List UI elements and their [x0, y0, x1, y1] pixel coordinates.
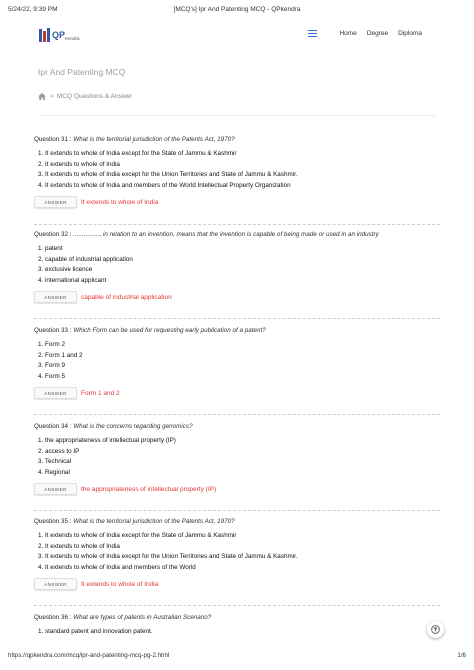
question-separator: [34, 510, 440, 511]
question-separator: [34, 414, 440, 415]
option-item: 3. Form 9: [38, 362, 65, 370]
print-footer: https://qpkendra.com/mcq/ipr-and-patenti…: [8, 652, 466, 659]
question-separator: [34, 318, 440, 319]
question-separator: [34, 605, 440, 606]
option-item: 1. standard patent and innovation patent…: [38, 628, 153, 635]
option-item: 1. Form 2: [38, 341, 65, 348]
logo-book-icon: QP Kendra: [39, 28, 80, 42]
question-block: Question 36 : What are types of patents …: [34, 614, 440, 638]
option-item: 4. Regional: [38, 468, 70, 476]
question-text: Question 32 : ..............., in relati…: [34, 231, 379, 238]
print-url: https://qpkendra.com/mcq/ipr-and-patenti…: [8, 652, 170, 659]
answer-row: ANSWER Form 1 and 2: [34, 387, 440, 400]
option-item: 4. Form 5: [38, 372, 65, 380]
nav-link-diploma[interactable]: Diploma: [398, 30, 422, 37]
print-page-title: [MCQ's] Ipr And Patenting MCQ - QPkendra: [173, 6, 301, 13]
scroll-to-top-button[interactable]: [427, 621, 444, 638]
option-item: 2. Form 1 and 2: [38, 351, 83, 359]
divider: [38, 115, 436, 116]
breadcrumb-item[interactable]: MCQ Questions & Answer: [57, 93, 133, 100]
option-item: 3. exclusive licence: [38, 266, 93, 274]
option-item: 1. It extends to whole of India except f…: [38, 150, 237, 157]
question-block: Question 32 : ..............., in relati…: [34, 231, 440, 304]
navbar: QP Kendra Home Degree Diploma: [0, 24, 474, 46]
option-item: 2. It extends to whole of India: [38, 160, 120, 168]
options-list: 1. standard patent and innovation patent…: [38, 627, 440, 638]
option-item: 4. It extends to whole of India and memb…: [38, 181, 291, 189]
option-item: 3. It extends to whole of India except f…: [38, 171, 298, 179]
answer-text: Form 1 and 2: [81, 389, 120, 397]
option-item: 1. the appropriateness of intellectual p…: [38, 437, 176, 444]
options-list: 1. It extends to whole of India except f…: [38, 149, 440, 191]
page-title: Ipr And Patenting MCQ: [38, 67, 126, 77]
question-block: Question 35 : What is the territorial ju…: [34, 518, 440, 591]
print-page-number: 1/6: [457, 652, 466, 659]
question-text: Question 31 : What is the territorial ju…: [34, 136, 235, 143]
answer-row: ANSWER It extends to whole of India: [34, 578, 440, 591]
print-header: 5/24/22, 9:39 PM [MCQ's] Ipr And Patenti…: [8, 6, 466, 16]
answer-button[interactable]: ANSWER: [34, 483, 77, 496]
nav-link-degree[interactable]: Degree: [367, 30, 388, 37]
option-item: 2. It extends to whole of India: [38, 542, 120, 550]
answer-button[interactable]: ANSWER: [34, 196, 77, 209]
home-icon[interactable]: [38, 93, 46, 100]
nav-link-home[interactable]: Home: [339, 30, 356, 37]
answer-row: ANSWER capable of industrial application: [34, 291, 440, 304]
breadcrumb: > MCQ Questions & Answer: [38, 93, 132, 100]
answer-text: It extends to whole of India: [81, 198, 159, 206]
question-separator: [34, 224, 440, 225]
answer-text: the appropriateness of intellectual prop…: [81, 485, 217, 493]
options-list: 1. patent 2. capable of industrial appli…: [38, 244, 440, 286]
option-item: 3. Technical: [38, 458, 72, 466]
answer-row: ANSWER It extends to whole of India: [34, 196, 440, 209]
options-list: 1. Form 2 2. Form 1 and 2 3. Form 9 4. F…: [38, 340, 440, 382]
option-item: 1. patent: [38, 245, 63, 252]
hamburger-icon[interactable]: [308, 30, 318, 37]
site-logo[interactable]: QP Kendra: [38, 27, 88, 45]
answer-button[interactable]: ANSWER: [34, 387, 77, 400]
option-item: 1. It extends to whole of India except f…: [38, 532, 237, 539]
option-item: 4. It extends to whole of India and memb…: [38, 563, 196, 571]
nav-menu: Home Degree Diploma: [308, 30, 422, 37]
answer-button[interactable]: ANSWER: [34, 578, 77, 591]
options-list: 1. the appropriateness of intellectual p…: [38, 436, 440, 478]
question-text: Question 33 : Which Form can be used for…: [34, 327, 266, 334]
question-block: Question 33 : Which Form can be used for…: [34, 327, 440, 400]
question-text: Question 36 : What are types of patents …: [34, 614, 212, 621]
breadcrumb-separator: >: [50, 93, 54, 100]
options-list: 1. It extends to whole of India except f…: [38, 531, 440, 573]
option-item: 2. capable of industrial application: [38, 255, 133, 263]
svg-text:QP: QP: [52, 30, 65, 40]
arrow-up-icon: [431, 625, 440, 634]
question-block: Question 31 : What is the territorial ju…: [34, 136, 440, 209]
answer-button[interactable]: ANSWER: [34, 291, 77, 304]
option-item: 3. It extends to whole of India except f…: [38, 553, 298, 561]
answer-text: It extends to whole of India: [81, 580, 159, 588]
option-item: 2. access to IP: [38, 447, 80, 455]
svg-text:Kendra: Kendra: [65, 36, 80, 41]
question-text: Question 35 : What is the territorial ju…: [34, 518, 235, 525]
question-text: Question 34 : What is the concerns regar…: [34, 423, 193, 430]
answer-row: ANSWER the appropriateness of intellectu…: [34, 483, 440, 496]
option-item: 4. international applicant: [38, 276, 107, 284]
question-block: Question 34 : What is the concerns regar…: [34, 423, 440, 496]
answer-text: capable of industrial application: [81, 293, 172, 301]
